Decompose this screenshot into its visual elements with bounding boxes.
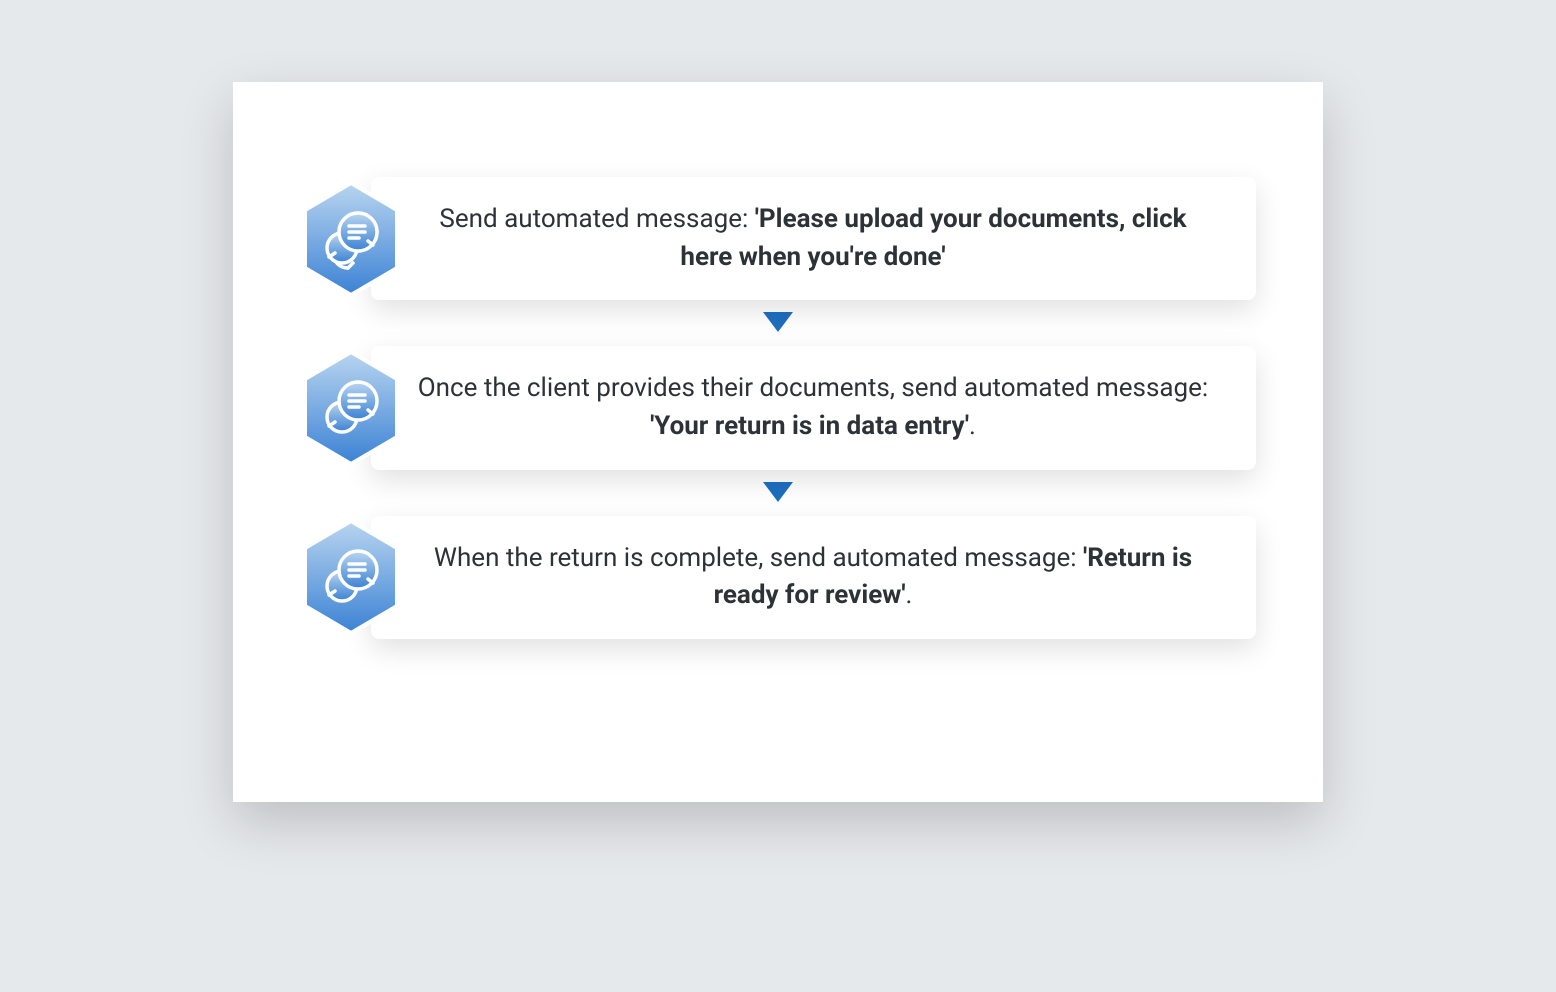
step-box-3: When the return is complete, send automa… [371,516,1256,639]
step-box-2: Once the client provides their documents… [371,346,1256,469]
steps-container: Send automated message: 'Please upload y… [301,177,1256,639]
chat-bubble-icon [301,350,401,466]
step-row-1: Send automated message: 'Please upload y… [301,177,1256,300]
step-box-1: Send automated message: 'Please upload y… [371,177,1256,300]
flow-card: Send automated message: 'Please upload y… [233,82,1323,802]
arrow-down-icon [763,312,793,332]
step-row-2: Once the client provides their documents… [301,346,1256,469]
step-icon-3 [301,519,401,635]
step-text-3: When the return is complete, send automa… [411,540,1216,615]
step-icon-1 [301,181,401,297]
chat-bubble-icon [301,519,401,635]
step-text-1: Send automated message: 'Please upload y… [411,201,1216,276]
step-row-3: When the return is complete, send automa… [301,516,1256,639]
step-text-2: Once the client provides their documents… [411,370,1216,445]
step-icon-2 [301,350,401,466]
chat-bubble-icon [301,181,401,297]
arrow-down-icon [763,482,793,502]
